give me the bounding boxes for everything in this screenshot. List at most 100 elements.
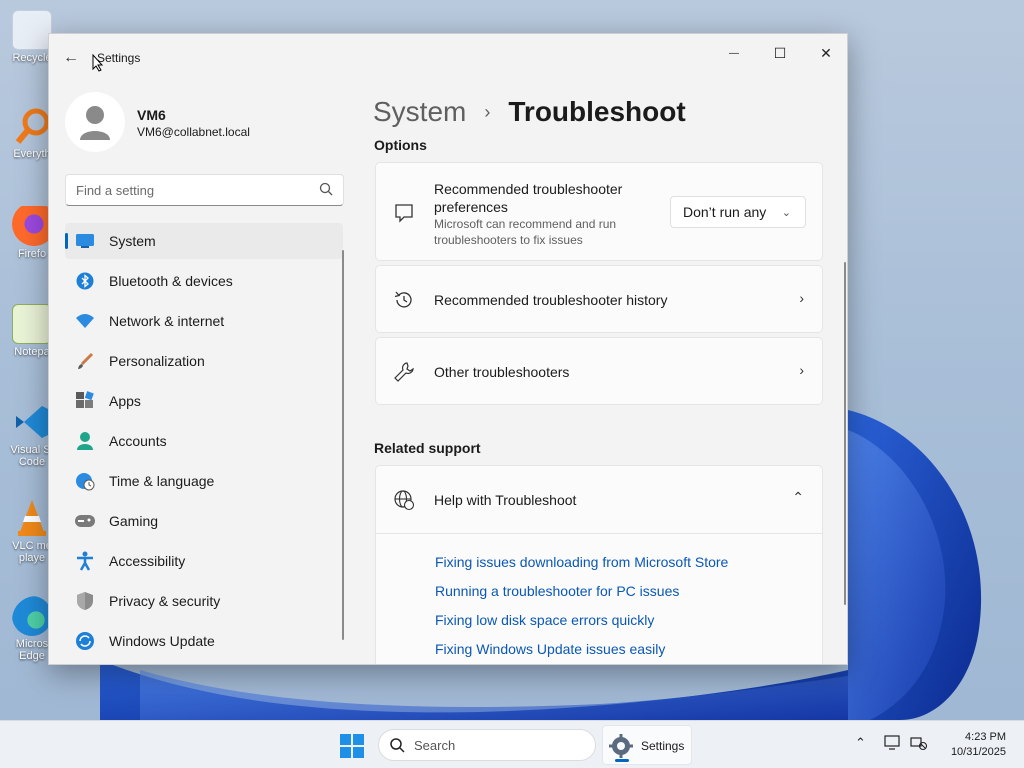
display-icon[interactable]: [884, 735, 902, 754]
apps-icon: [65, 391, 105, 411]
monitor-icon: [65, 233, 105, 249]
help-with-troubleshoot-card: Help with Troubleshoot ⌃ Fixing issues d…: [375, 465, 823, 664]
firefox-icon: [12, 206, 52, 246]
chevron-right-icon: ›: [799, 290, 804, 306]
help-expander-header[interactable]: Help with Troubleshoot ⌃: [376, 466, 822, 534]
desktop-icon-label: VLC me playe: [12, 540, 52, 564]
user-name: VM6: [137, 107, 166, 123]
globe-clock-icon: [65, 471, 105, 491]
breadcrumb-parent[interactable]: System: [373, 96, 466, 128]
breadcrumb-separator-icon: ›: [484, 101, 491, 122]
minimize-button[interactable]: —: [711, 38, 757, 68]
help-link[interactable]: Fixing Windows Update issues easily: [435, 641, 665, 657]
sidebar-item-label: Personalization: [109, 353, 205, 369]
bluetooth-icon: [65, 271, 105, 291]
sidebar-item-label: Windows Update: [109, 633, 215, 649]
clock-date: 10/31/2025: [950, 746, 1006, 758]
sidebar-item-label: Apps: [109, 393, 141, 409]
globe-help-icon: [392, 488, 416, 512]
running-indicator: [615, 759, 629, 762]
sidebar-item-personalization[interactable]: Personalization: [65, 343, 343, 379]
taskbar-app-label: Settings: [641, 739, 685, 753]
mouse-cursor-icon: [92, 53, 104, 75]
sidebar-scrollbar[interactable]: [342, 250, 344, 640]
recycle-bin-icon: [12, 10, 52, 50]
system-clock[interactable]: 4:23 PM 10/31/2025: [951, 730, 1006, 760]
help-title: Help with Troubleshoot: [434, 492, 577, 508]
sidebar-nav: System Bluetooth & devices Network & int…: [65, 223, 343, 663]
sidebar-item-apps[interactable]: Apps: [65, 383, 343, 419]
edge-icon: [12, 596, 52, 636]
vscode-icon: [12, 402, 52, 442]
troubleshooter-history-card[interactable]: Recommended troubleshooter history ›: [375, 265, 823, 333]
search-icon: [389, 737, 405, 756]
sidebar-item-gaming[interactable]: Gaming: [65, 503, 343, 539]
taskbar-app-settings[interactable]: Settings: [602, 725, 692, 765]
search-placeholder: Find a setting: [76, 183, 155, 198]
person-icon: [65, 431, 105, 451]
sidebar-item-label: Time & language: [109, 473, 215, 489]
sidebar-item-label: Privacy & security: [109, 593, 221, 609]
avatar: [65, 92, 125, 152]
gamepad-icon: [65, 514, 105, 528]
network-disconnected-icon[interactable]: [910, 735, 928, 754]
chevron-up-icon: ⌃: [792, 489, 804, 505]
sidebar-item-system[interactable]: System: [65, 223, 343, 259]
help-link[interactable]: Fixing issues downloading from Microsoft…: [435, 554, 728, 570]
accessibility-icon: [65, 551, 105, 571]
preferences-description: Microsoft can recommend and run troubles…: [434, 217, 617, 247]
other-troubleshooters-title: Other troubleshooters: [434, 364, 570, 380]
settings-search-input[interactable]: Find a setting: [65, 174, 344, 206]
close-button[interactable]: ✕: [803, 38, 847, 68]
other-troubleshooters-card[interactable]: Other troubleshooters ›: [375, 337, 823, 405]
sidebar-item-label: Accounts: [109, 433, 167, 449]
sidebar-item-accounts[interactable]: Accounts: [65, 423, 343, 459]
search-icon: [319, 182, 333, 199]
sidebar-item-network[interactable]: Network & internet: [65, 303, 343, 339]
help-link[interactable]: Fixing low disk space errors quickly: [435, 612, 654, 628]
desktop-icon-label: Micros Edge: [15, 638, 49, 662]
notepad-icon: [12, 304, 52, 344]
sidebar-item-label: Bluetooth & devices: [109, 273, 233, 289]
title-bar: ← Settings — ☐ ✕: [49, 34, 847, 82]
show-hidden-icons-chevron-icon[interactable]: ⌃: [855, 735, 866, 751]
sidebar-item-time-language[interactable]: Time & language: [65, 463, 343, 499]
options-heading: Options: [374, 137, 427, 153]
maximize-icon: ☐: [773, 44, 787, 61]
clock-time: 4:23 PM: [965, 731, 1006, 743]
sidebar-item-windows-update[interactable]: Windows Update: [65, 623, 343, 659]
troubleshooter-preference-dropdown[interactable]: Don’t run any ⌄: [670, 196, 806, 228]
chat-bubble-icon: [392, 201, 416, 225]
chevron-down-icon: ⌄: [781, 206, 791, 219]
start-button[interactable]: [340, 734, 364, 758]
dropdown-value: Don’t run any: [683, 204, 767, 220]
update-icon: [65, 631, 105, 651]
page-title: Troubleshoot: [508, 96, 686, 127]
settings-window: ← Settings — ☐ ✕ VM6 VM6@collabnet.local…: [48, 33, 848, 665]
sidebar-item-label: System: [109, 233, 156, 249]
vlc-icon: [12, 498, 52, 538]
back-arrow-icon: ←: [63, 49, 79, 66]
desktop-icon-label: Recycle: [12, 52, 52, 64]
help-link[interactable]: Running a troubleshooter for PC issues: [435, 583, 679, 599]
history-icon: [392, 288, 416, 312]
breadcrumb: System › Troubleshoot: [373, 92, 686, 132]
person-silhouette-icon: [80, 106, 110, 140]
sidebar-item-accessibility[interactable]: Accessibility: [65, 543, 343, 579]
sidebar-item-bluetooth[interactable]: Bluetooth & devices: [65, 263, 343, 299]
windows-logo-icon: [340, 734, 364, 758]
wifi-icon: [65, 313, 105, 329]
history-title: Recommended troubleshooter history: [434, 292, 668, 308]
taskbar-search-box[interactable]: Search: [378, 729, 596, 761]
maximize-button[interactable]: ☐: [757, 38, 803, 68]
related-support-heading: Related support: [374, 440, 481, 456]
close-icon: ✕: [820, 44, 832, 61]
back-button[interactable]: ←: [61, 48, 81, 68]
user-profile[interactable]: VM6 VM6@collabnet.local: [65, 92, 345, 152]
desktop-icon-label: Everyth: [13, 148, 51, 160]
content-scrollbar[interactable]: [844, 262, 846, 605]
taskbar: Search Settings ⌃ 4:23 PM 10/31/2025: [0, 720, 1024, 768]
shield-icon: [65, 591, 105, 611]
sidebar-item-privacy[interactable]: Privacy & security: [65, 583, 343, 619]
preferences-title: Recommended troubleshooter preferences: [434, 181, 623, 215]
